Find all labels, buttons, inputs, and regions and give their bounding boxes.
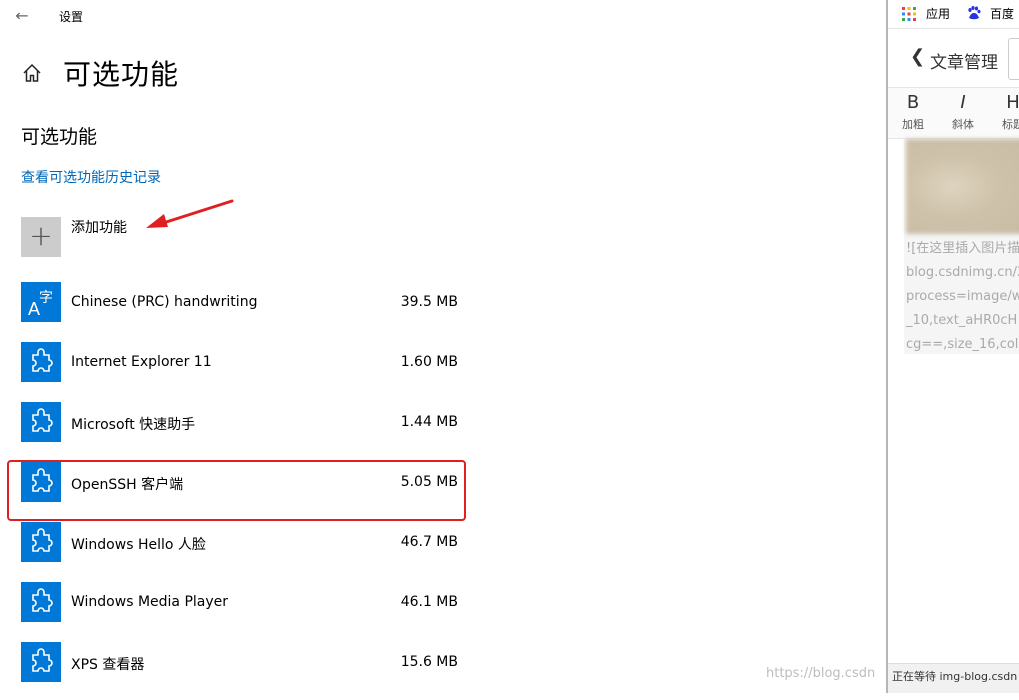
feature-size: 39.5 MB xyxy=(400,294,458,310)
apps-grid-icon[interactable] xyxy=(902,6,916,21)
feature-item-internet-explorer[interactable]: Internet Explorer 11 1.60 MB xyxy=(21,340,461,400)
puzzle-piece-icon xyxy=(21,342,61,382)
markdown-line: process=image/w xyxy=(906,289,1019,304)
title-bar: ← 设置 xyxy=(0,0,880,32)
browser-panel: 应用 百度 ❮ 文章管理 B 加粗 I 斜体 H 标题 ![在这里插入图片描 xyxy=(886,0,1019,693)
highlight-box xyxy=(7,460,466,521)
puzzle-piece-icon xyxy=(21,522,61,562)
feature-item-xps-viewer[interactable]: XPS 查看器 15.6 MB xyxy=(21,640,461,700)
back-arrow-icon[interactable]: ← xyxy=(12,6,32,26)
feature-size: 1.60 MB xyxy=(400,354,458,370)
feature-name: Microsoft 快速助手 xyxy=(71,417,196,433)
title-input[interactable] xyxy=(1008,38,1019,80)
add-feature-label[interactable]: 添加功能 xyxy=(71,217,127,237)
italic-icon: I xyxy=(960,92,966,113)
editor-header: ❮ 文章管理 xyxy=(888,29,1019,88)
feature-size: 1.44 MB xyxy=(400,414,458,430)
app-title: 设置 xyxy=(59,10,84,24)
editor-toolbar: B 加粗 I 斜体 H 标题 xyxy=(888,88,1019,139)
heading-icon: H xyxy=(1006,92,1019,113)
bold-label: 加粗 xyxy=(902,118,924,131)
feature-item-windows-hello-face[interactable]: Windows Hello 人脸 46.7 MB xyxy=(21,520,461,580)
history-link[interactable]: 查看可选功能历史记录 xyxy=(21,167,161,187)
image-preview xyxy=(906,139,1019,234)
bookmark-bar: 应用 百度 xyxy=(888,0,1019,29)
italic-button[interactable]: I 斜体 xyxy=(943,88,983,132)
feature-item-chinese-handwriting[interactable]: A 字 Chinese (PRC) handwriting 39.5 MB xyxy=(21,280,461,340)
feature-name: Internet Explorer 11 xyxy=(71,354,212,370)
editor-content[interactable]: ![在这里插入图片描 blog.csdnimg.cn/2 process=ima… xyxy=(904,139,1019,354)
bold-icon: B xyxy=(906,92,920,113)
section-title: 可选功能 xyxy=(21,126,98,148)
status-text: 正在等待 img-blog.csdn xyxy=(892,670,1018,683)
italic-label: 斜体 xyxy=(952,118,974,131)
language-icon: A 字 xyxy=(21,282,61,322)
home-icon[interactable] xyxy=(21,62,43,84)
bookmark-baidu[interactable]: 百度 xyxy=(990,5,1014,22)
puzzle-piece-icon xyxy=(21,582,61,622)
watermark: https://blog.csdn xyxy=(766,666,876,681)
feature-name: XPS 查看器 xyxy=(71,657,145,673)
markdown-line: _10,text_aHR0cH xyxy=(906,313,1018,328)
heading-label: 标题 xyxy=(1002,118,1019,131)
heading-button[interactable]: H 标题 xyxy=(993,88,1019,132)
bold-button[interactable]: B 加粗 xyxy=(893,88,933,132)
plus-icon: + xyxy=(29,219,53,252)
feature-item-windows-media-player[interactable]: Windows Media Player 46.1 MB xyxy=(21,580,461,640)
markdown-line: cg==,size_16,colo xyxy=(906,337,1019,352)
baidu-paw-icon[interactable] xyxy=(966,5,982,21)
svg-text:字: 字 xyxy=(39,290,53,306)
markdown-line: blog.csdnimg.cn/2 xyxy=(906,265,1019,280)
puzzle-piece-icon xyxy=(21,402,61,442)
markdown-line: ![在这里插入图片描 xyxy=(906,241,1019,256)
feature-item-quick-assist[interactable]: Microsoft 快速助手 1.44 MB xyxy=(21,400,461,460)
editor-title[interactable]: 文章管理 xyxy=(930,48,998,73)
feature-size: 46.1 MB xyxy=(400,594,458,610)
annotation-arrow xyxy=(146,199,234,228)
status-bar: 正在等待 img-blog.csdn xyxy=(888,663,1019,693)
feature-name: Chinese (PRC) handwriting xyxy=(71,294,258,310)
feature-size: 15.6 MB xyxy=(400,654,458,670)
page-title: 可选功能 xyxy=(63,58,180,91)
bookmark-apps[interactable]: 应用 xyxy=(926,5,950,22)
puzzle-piece-icon xyxy=(21,642,61,682)
markdown-text: ![在这里插入图片描 blog.csdnimg.cn/2 process=ima… xyxy=(906,237,1019,357)
add-feature-button[interactable]: + xyxy=(21,217,61,257)
feature-name: Windows Media Player xyxy=(71,594,229,610)
feature-name: Windows Hello 人脸 xyxy=(71,537,206,553)
feature-size: 46.7 MB xyxy=(400,534,458,550)
chevron-left-icon[interactable]: ❮ xyxy=(910,46,925,67)
